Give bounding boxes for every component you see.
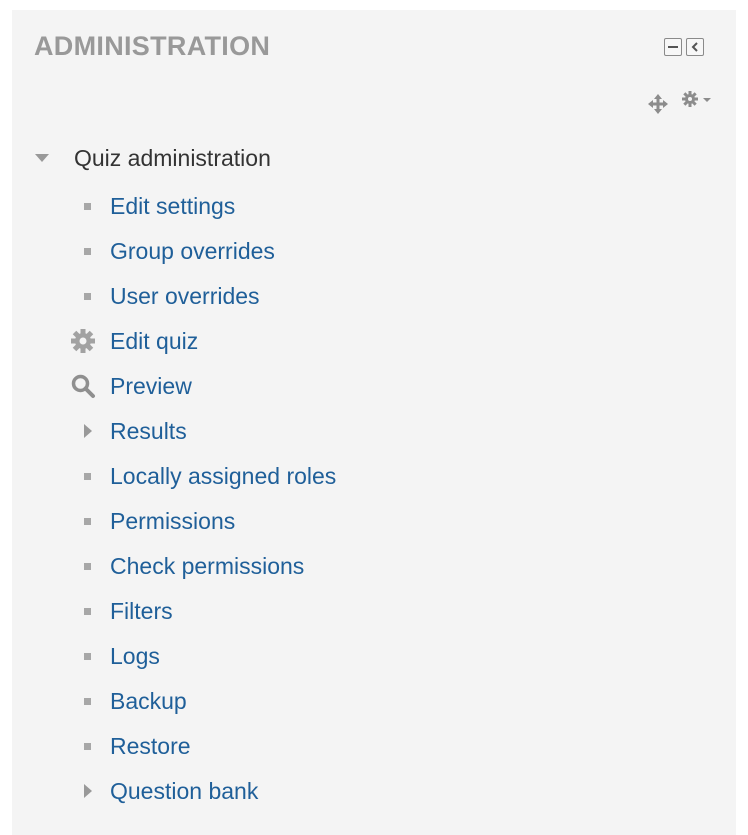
- magnifier-icon: [71, 374, 95, 398]
- tree-item-logs[interactable]: Logs: [66, 638, 160, 674]
- bullet-icon: [84, 203, 91, 210]
- bullet-icon: [84, 473, 91, 480]
- hide-block-button[interactable]: [664, 38, 682, 56]
- tree-item-question-bank[interactable]: Question bank: [66, 773, 258, 809]
- tree-item-user-overrides[interactable]: User overrides: [66, 278, 260, 314]
- tree-item-backup[interactable]: Backup: [66, 683, 187, 719]
- gear-icon: [71, 329, 95, 353]
- tree-item-edit-settings[interactable]: Edit settings: [66, 188, 235, 224]
- tree-root-label: Quiz administration: [74, 145, 271, 171]
- triangle-right-icon: [84, 424, 92, 438]
- bullet-icon: [84, 653, 91, 660]
- administration-block: ADMINISTRATION Quiz administration Edit …: [12, 10, 736, 835]
- tree-item-label: Backup: [110, 688, 187, 714]
- bullet-icon: [84, 293, 91, 300]
- tree-item-results[interactable]: Results: [66, 413, 187, 449]
- tree-item-group-overrides[interactable]: Group overrides: [66, 233, 275, 269]
- tree-item-label: Filters: [110, 598, 173, 624]
- tree-item-preview[interactable]: Preview: [66, 368, 192, 404]
- triangle-down-icon: [35, 154, 49, 162]
- tree-item-label: Check permissions: [110, 553, 305, 579]
- tree-root-quiz-administration[interactable]: Quiz administration: [34, 140, 271, 176]
- tree-item-label: User overrides: [110, 283, 260, 309]
- tree-item-check-permissions[interactable]: Check permissions: [66, 548, 304, 584]
- tree-item-label: Edit settings: [110, 193, 236, 219]
- actions-menu-icon[interactable]: [681, 90, 717, 110]
- triangle-right-icon: [84, 784, 92, 798]
- bullet-icon: [84, 518, 91, 525]
- move-icon[interactable]: [648, 94, 668, 114]
- bullet-icon: [84, 698, 91, 705]
- tree-item-permissions[interactable]: Permissions: [66, 503, 235, 539]
- tree-item-filters[interactable]: Filters: [66, 593, 173, 629]
- tree-item-label: Group overrides: [110, 238, 275, 264]
- tree-item-label: Locally assigned roles: [110, 463, 337, 489]
- tree-item-label: Logs: [110, 643, 160, 669]
- tree-item-label: Question bank: [110, 778, 259, 804]
- tree-item-label: Permissions: [110, 508, 236, 534]
- bullet-icon: [84, 608, 91, 615]
- bullet-icon: [84, 743, 91, 750]
- dock-block-button[interactable]: [686, 38, 704, 56]
- tree-item-edit-quiz[interactable]: Edit quiz: [66, 323, 198, 359]
- tree-item-label: Edit quiz: [110, 328, 199, 354]
- tree-item-label: Results: [110, 418, 187, 444]
- tree-item-locally-assigned-roles[interactable]: Locally assigned roles: [66, 458, 336, 494]
- bullet-icon: [84, 248, 91, 255]
- tree-item-restore[interactable]: Restore: [66, 728, 191, 764]
- tree-item-label: Preview: [110, 373, 192, 399]
- tree-item-label: Restore: [110, 733, 191, 759]
- block-title: ADMINISTRATION: [34, 31, 271, 61]
- dock-left-icon: [691, 42, 698, 52]
- bullet-icon: [84, 563, 91, 570]
